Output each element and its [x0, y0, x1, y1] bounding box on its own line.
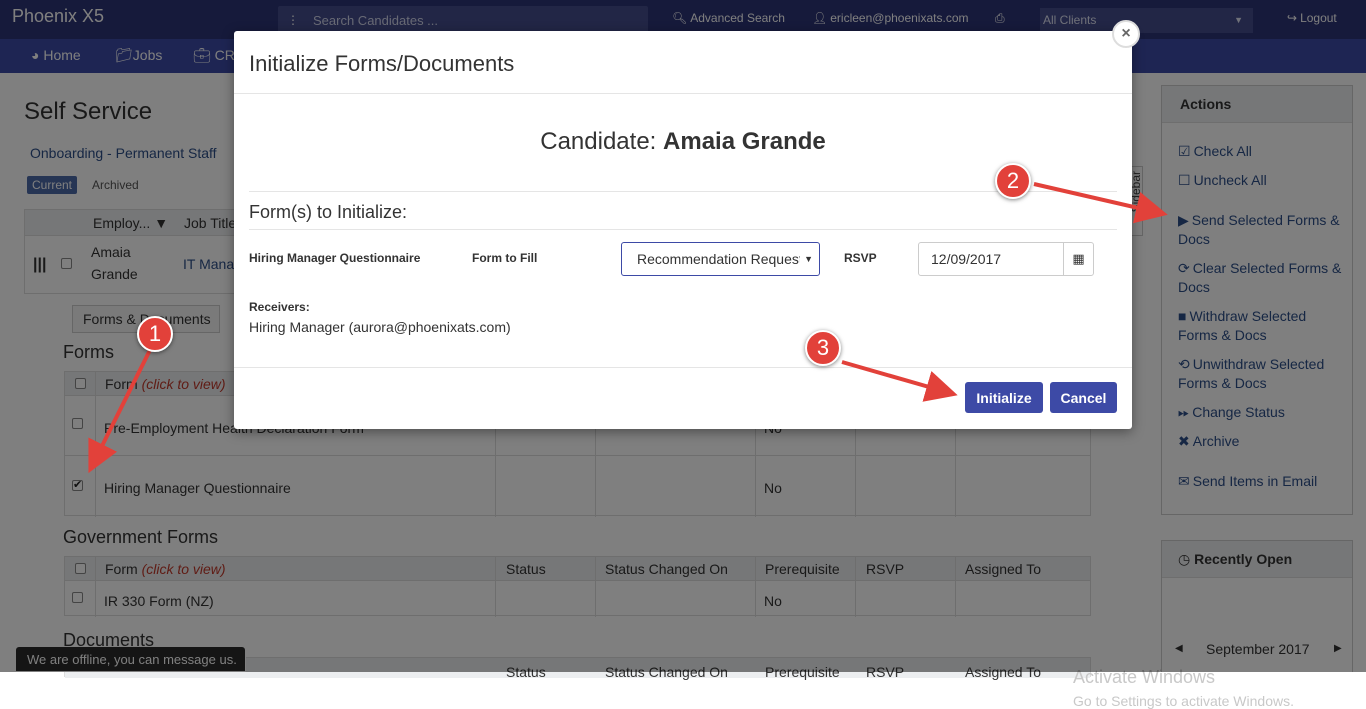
rsvp-date-field[interactable]: 12/09/2017 ▦: [918, 242, 1094, 276]
modal-footer-divider: [234, 367, 1132, 368]
cancel-button[interactable]: Cancel: [1050, 382, 1117, 413]
chevron-down-icon: ▼: [800, 243, 813, 275]
form-to-fill-label: Form to Fill: [472, 251, 538, 265]
rsvp-label: RSVP: [844, 251, 877, 265]
close-icon[interactable]: ×: [1112, 20, 1140, 48]
annotation-marker-2: 2: [995, 163, 1031, 199]
rsvp-date-value: 12/09/2017: [931, 251, 1002, 267]
form-to-fill-value: Recommendation Request: [637, 251, 803, 267]
candidate-heading: Candidate: Amaia Grande: [234, 128, 1132, 156]
modal-header-divider: [234, 93, 1132, 94]
section-divider: [249, 191, 1117, 192]
modal-title: Initialize Forms/Documents: [249, 51, 515, 76]
candidate-name: Amaia Grande: [663, 128, 826, 155]
annotation-marker-3: 3: [805, 330, 841, 366]
annotation-marker-1: 1: [137, 316, 173, 352]
activate-windows-subtitle: Go to Settings to activate Windows.: [1073, 693, 1294, 709]
initialize-button[interactable]: Initialize: [965, 382, 1043, 413]
receivers-label: Receivers:: [249, 300, 310, 314]
forms-to-initialize-heading: Form(s) to Initialize:: [249, 202, 408, 222]
section-divider: [249, 229, 1117, 230]
form-name: Hiring Manager Questionnaire: [249, 251, 421, 265]
calendar-icon[interactable]: ▦: [1063, 243, 1093, 275]
initialize-forms-modal: Initialize Forms/Documents × Candidate: …: [234, 20, 1140, 429]
receivers-value: Hiring Manager (aurora@phoenixats.com): [249, 319, 511, 335]
candidate-label: Candidate:: [540, 128, 657, 155]
form-to-fill-select[interactable]: Recommendation Request ▼: [621, 242, 820, 276]
